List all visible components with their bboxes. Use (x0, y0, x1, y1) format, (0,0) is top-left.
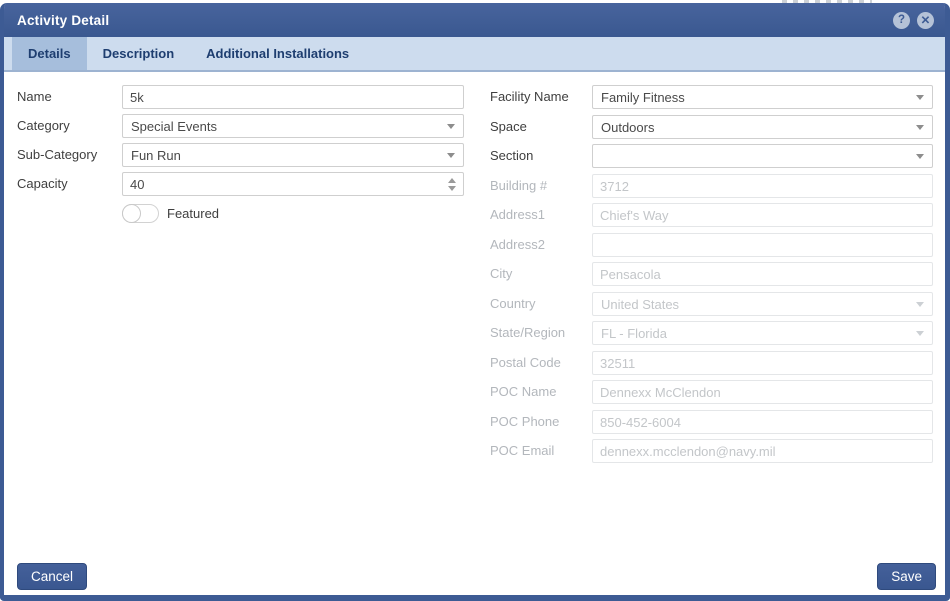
poc-name-label: POC Name (490, 380, 556, 404)
space-label: Space (490, 115, 527, 139)
tab-strip: Details Description Additional Installat… (4, 37, 945, 72)
dialog-titlebar: Activity Detail ? ✕ (4, 3, 945, 37)
capacity-spinner[interactable] (442, 172, 462, 196)
name-input[interactable] (122, 85, 464, 109)
capacity-label: Capacity (17, 172, 68, 196)
spinner-up-icon[interactable] (448, 178, 456, 183)
section-label: Section (490, 144, 533, 168)
country-label: Country (490, 292, 536, 316)
city-input (592, 262, 933, 286)
cancel-button[interactable]: Cancel (17, 563, 87, 590)
chevron-down-icon (447, 124, 455, 129)
featured-toggle[interactable] (122, 204, 159, 223)
space-value: Outdoors (601, 120, 910, 135)
chevron-down-icon (916, 125, 924, 130)
sub-category-select[interactable]: Fun Run (122, 143, 464, 167)
address1-label: Address1 (490, 203, 545, 227)
featured-label: Featured (167, 204, 219, 223)
poc-phone-input (592, 410, 933, 434)
facility-name-select[interactable]: Family Fitness (592, 85, 933, 109)
chevron-down-icon (916, 154, 924, 159)
tab-description[interactable]: Description (87, 37, 191, 70)
address1-input (592, 203, 933, 227)
facility-name-value: Family Fitness (601, 90, 910, 105)
postal-code-label: Postal Code (490, 351, 561, 375)
address2-input (592, 233, 933, 257)
toggle-knob-icon (122, 204, 141, 223)
chevron-down-icon (916, 331, 924, 336)
country-select: United States (592, 292, 933, 316)
chevron-down-icon (916, 302, 924, 307)
details-form: Name Category Special Events Sub-Categor… (4, 72, 945, 598)
dialog-title: Activity Detail (17, 13, 109, 28)
city-label: City (490, 262, 512, 286)
building-number-input (592, 174, 933, 198)
state-region-select: FL - Florida (592, 321, 933, 345)
section-select[interactable] (592, 144, 933, 168)
facility-name-label: Facility Name (490, 85, 569, 109)
poc-name-input (592, 380, 933, 404)
state-region-label: State/Region (490, 321, 565, 345)
state-region-value: FL - Florida (601, 326, 910, 341)
postal-code-input (592, 351, 933, 375)
capacity-input[interactable] (122, 172, 464, 196)
chevron-down-icon (916, 95, 924, 100)
poc-email-input (592, 439, 933, 463)
space-select[interactable]: Outdoors (592, 115, 933, 139)
chevron-down-icon (447, 153, 455, 158)
poc-email-label: POC Email (490, 439, 554, 463)
name-label: Name (17, 85, 52, 109)
sub-category-label: Sub-Category (17, 143, 97, 167)
category-select[interactable]: Special Events (122, 114, 464, 138)
category-label: Category (17, 114, 70, 138)
sub-category-value: Fun Run (131, 148, 441, 163)
tab-details[interactable]: Details (12, 37, 87, 70)
country-value: United States (601, 297, 910, 312)
save-button[interactable]: Save (877, 563, 936, 590)
address2-label: Address2 (490, 233, 545, 257)
building-number-label: Building # (490, 174, 547, 198)
poc-phone-label: POC Phone (490, 410, 559, 434)
help-icon[interactable]: ? (893, 12, 910, 29)
activity-detail-dialog: Activity Detail ? ✕ Details Description … (0, 3, 950, 601)
category-value: Special Events (131, 119, 441, 134)
spinner-down-icon[interactable] (448, 186, 456, 191)
close-icon[interactable]: ✕ (917, 12, 934, 29)
tab-additional-installations[interactable]: Additional Installations (190, 37, 365, 70)
